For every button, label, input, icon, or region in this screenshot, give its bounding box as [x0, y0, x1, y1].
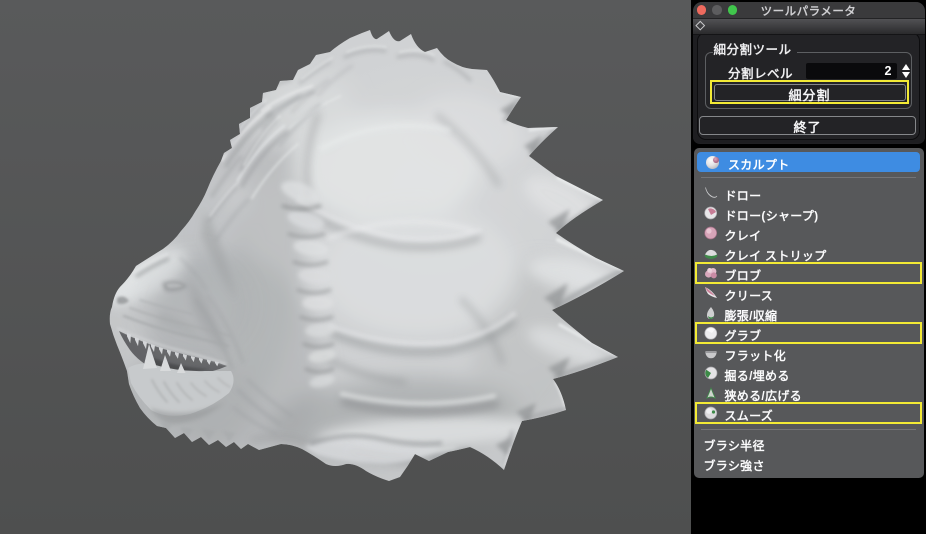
brush-scrape-icon: [704, 366, 718, 380]
brush-setting-label: ブラシ半径: [704, 437, 765, 454]
brush-menu-item[interactable]: スムーズ: [694, 403, 924, 423]
3d-viewport[interactable]: [0, 0, 691, 534]
brush-item-label: 掘る/埋める: [725, 367, 790, 384]
brush-menu-item[interactable]: ドロー: [694, 183, 924, 203]
brush-setting-label: ブラシ強さ: [704, 457, 765, 474]
brush-accent-dot: [713, 157, 719, 163]
brush-item-label: 膨張/収縮: [725, 307, 778, 324]
brush-draw-sharp-icon: [704, 206, 718, 220]
panel-header-strip[interactable]: [693, 19, 925, 35]
brush-setting-item[interactable]: ブラシ半径: [694, 434, 924, 454]
brush-item-label: クリース: [725, 287, 774, 304]
menu-item-sculpt-selected[interactable]: スカルプト: [697, 152, 920, 172]
brush-smooth-icon: [704, 406, 718, 420]
subdivide-highlight-box: 細分割: [710, 80, 909, 104]
brush-item-label: ドロー(シャープ): [725, 207, 819, 224]
brush-blob-icon: [704, 266, 718, 280]
split-level-value: 2: [885, 64, 892, 78]
split-level-stepper: [901, 63, 912, 79]
app-screen: ツールパラメータ 細分割ツール 分割レベル 2: [0, 0, 926, 534]
brush-grab-icon: [704, 326, 718, 340]
menu-divider: [701, 429, 916, 430]
brush-pinch-icon: [704, 386, 718, 400]
brush-clay-strips-icon: [704, 246, 718, 260]
brush-setting-item[interactable]: ブラシ強さ: [694, 454, 924, 474]
brush-menu-item[interactable]: クレイ ストリップ: [694, 243, 924, 263]
tool-parameter-window: ツールパラメータ 細分割ツール 分割レベル 2: [693, 2, 925, 145]
window-titlebar[interactable]: ツールパラメータ: [693, 2, 925, 19]
brush-item-label: 狭める/広げる: [725, 387, 802, 404]
brush-settings: ブラシ半径 ブラシ強さ: [694, 434, 924, 474]
brush-crease-icon: [704, 286, 718, 300]
brush-menu-item[interactable]: フラット化: [694, 343, 924, 363]
brush-sculpt-icon: [706, 155, 720, 169]
sculpt-model: [0, 0, 691, 534]
brush-menu-item[interactable]: グラブ: [694, 323, 924, 343]
brush-item-label: ドロー: [725, 187, 762, 204]
brush-menu-item[interactable]: 膨張/収縮: [694, 303, 924, 323]
brush-draw-icon: [704, 186, 718, 200]
decrement-button[interactable]: [902, 72, 910, 78]
exit-button[interactable]: 終了: [699, 116, 916, 135]
menu-item-label: スカルプト: [728, 156, 790, 173]
split-level-field[interactable]: 2: [806, 63, 897, 79]
split-level-label: 分割レベル: [728, 63, 793, 82]
brush-menu-item[interactable]: クリース: [694, 283, 924, 303]
brush-clay-icon: [704, 226, 718, 240]
brush-flatten-icon: [704, 346, 718, 360]
brush-item-label: スムーズ: [725, 407, 774, 424]
panel-container: 細分割ツール 分割レベル 2 細分割 終了: [697, 32, 921, 140]
subdivide-button[interactable]: 細分割: [714, 84, 906, 101]
brush-menu-item[interactable]: ドロー(シャープ): [694, 203, 924, 223]
brush-menu-item[interactable]: 狭める/広げる: [694, 383, 924, 403]
diamond-icon: [695, 21, 704, 30]
window-title: ツールパラメータ: [693, 3, 925, 19]
increment-button[interactable]: [902, 64, 910, 70]
brush-item-label: クレイ ストリップ: [725, 247, 827, 264]
right-column: ツールパラメータ 細分割ツール 分割レベル 2: [691, 0, 926, 534]
brush-menu: スカルプト ドロー ドロー(シャープ) クレイ クレイ ストリップ ブロブ クリ…: [694, 148, 924, 478]
brush-item-label: ブロブ: [725, 267, 762, 284]
brush-menu-item[interactable]: 掘る/埋める: [694, 363, 924, 383]
menu-divider: [701, 177, 916, 178]
window-body: 細分割ツール 分割レベル 2 細分割 終了: [693, 35, 925, 144]
brush-list: ドロー ドロー(シャープ) クレイ クレイ ストリップ ブロブ クリース 膨張/…: [694, 183, 924, 423]
brush-item-label: フラット化: [725, 347, 787, 364]
brush-item-label: クレイ: [725, 227, 762, 244]
brush-menu-item[interactable]: クレイ: [694, 223, 924, 243]
brush-item-label: グラブ: [725, 327, 762, 344]
brush-inflate-icon: [704, 306, 718, 320]
brush-menu-item[interactable]: ブロブ: [694, 263, 924, 283]
group-label: 細分割ツール: [713, 39, 797, 58]
